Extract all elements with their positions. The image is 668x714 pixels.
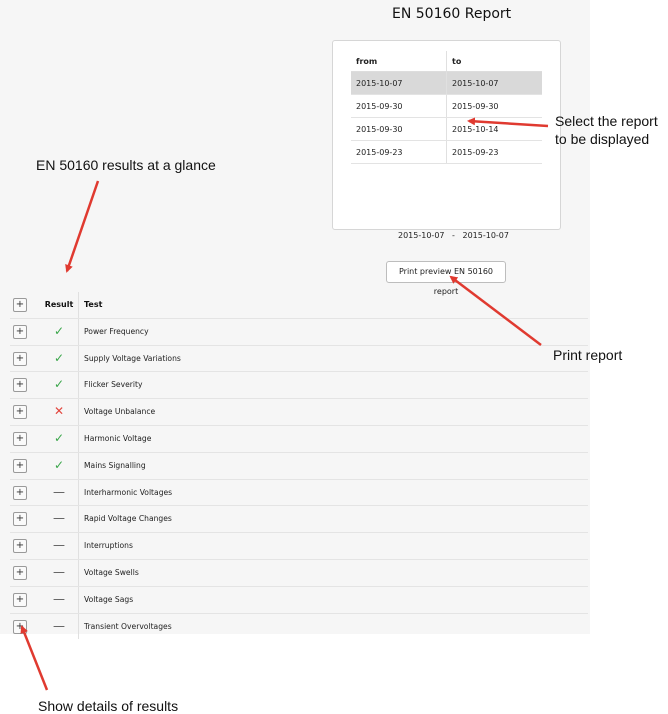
plus-icon[interactable]: + [13, 539, 27, 554]
plus-icon[interactable]: + [13, 324, 27, 339]
dash-icon: — [53, 484, 65, 499]
range-from: 2015-10-07 [398, 231, 445, 240]
report-to-date[interactable]: 2015-09-30 [446, 94, 542, 118]
result-row[interactable]: + ✓ Mains Signalling [10, 452, 588, 480]
report-from-date[interactable]: 2015-09-23 [351, 140, 447, 164]
test-name: Voltage Unbalance [84, 407, 156, 417]
report-row[interactable]: 2015-09-23 2015-09-23 [351, 140, 542, 164]
annotation-select-report: Select the report to be displayed [555, 112, 658, 148]
report-from-date[interactable]: 2015-09-30 [351, 94, 447, 118]
check-icon: ✓ [53, 377, 65, 392]
plus-icon[interactable]: + [13, 565, 27, 580]
selected-date-range: 2015-10-07 - 2015-10-07 [398, 231, 509, 240]
column-divider [78, 533, 79, 559]
test-name: Voltage Swells [84, 567, 139, 577]
result-row[interactable]: + ✕ Voltage Unbalance [10, 399, 588, 426]
dash-icon: — [53, 591, 65, 606]
report-to-date[interactable]: 2015-10-07 [446, 71, 542, 95]
range-to: 2015-10-07 [462, 231, 509, 240]
column-divider [78, 345, 79, 372]
range-separator: - [452, 231, 455, 240]
column-divider [78, 452, 79, 479]
test-name: Rapid Voltage Changes [84, 514, 172, 524]
report-row[interactable]: 2015-10-07 2015-10-07 [351, 71, 542, 95]
column-divider [78, 586, 79, 613]
test-column-header: Test [84, 300, 103, 309]
column-divider [78, 425, 79, 452]
test-name: Transient Overvoltages [84, 621, 172, 631]
test-name: Harmonic Voltage [84, 433, 152, 443]
result-row[interactable]: + ✓ Harmonic Voltage [10, 425, 588, 453]
plus-icon[interactable]: + [13, 485, 27, 500]
test-name: Interruptions [84, 541, 133, 551]
test-name: Flicker Severity [84, 380, 143, 390]
report-to-date[interactable]: 2015-09-23 [446, 140, 542, 164]
column-divider [78, 559, 79, 586]
report-row[interactable]: 2015-09-30 2015-10-14 [351, 117, 542, 141]
test-name: Interharmonic Voltages [84, 487, 173, 497]
result-row[interactable]: + — Transient Overvoltages [10, 613, 588, 640]
check-icon: ✓ [53, 323, 65, 338]
result-row[interactable]: + — Interharmonic Voltages [10, 479, 588, 507]
column-header-to[interactable]: to [446, 51, 542, 72]
column-header-from[interactable]: from [351, 51, 447, 72]
check-icon: ✓ [53, 457, 65, 472]
plus-icon[interactable]: + [13, 512, 27, 527]
cross-icon: ✕ [53, 404, 65, 419]
result-row[interactable]: + — Interruptions [10, 533, 588, 560]
plus-icon[interactable]: + [13, 378, 27, 393]
plus-icon[interactable]: + [13, 458, 27, 473]
result-row[interactable]: + — Voltage Sags [10, 586, 588, 614]
column-divider [78, 399, 79, 425]
report-from-date[interactable]: 2015-09-30 [351, 117, 447, 141]
result-row[interactable]: + — Voltage Swells [10, 559, 588, 587]
column-divider [78, 372, 79, 399]
test-name: Supply Voltage Variations [84, 353, 181, 363]
expand-all-icon[interactable]: + [13, 298, 27, 312]
results-header-row: + Result Test [10, 292, 588, 319]
test-name: Power Frequency [84, 326, 149, 336]
plus-icon[interactable]: + [13, 592, 27, 607]
report-list: from to 2015-10-07 2015-10-07 2015-09-30… [332, 40, 561, 230]
annotation-at-a-glance: EN 50160 results at a glance [36, 157, 216, 173]
result-row[interactable]: + — Rapid Voltage Changes [10, 506, 588, 534]
plus-icon[interactable]: + [13, 619, 27, 634]
result-row[interactable]: + ✓ Supply Voltage Variations [10, 345, 588, 373]
dash-icon: — [53, 538, 65, 553]
page-title: EN 50160 Report [392, 6, 512, 22]
dash-icon: — [53, 511, 65, 526]
result-row[interactable]: + ✓ Flicker Severity [10, 372, 588, 400]
results-table: + Result Test + ✓ Power Frequency + ✓ Su… [10, 292, 588, 640]
test-name: Voltage Sags [84, 594, 134, 604]
column-divider [78, 506, 79, 533]
annotation-print-report: Print report [553, 347, 623, 363]
plus-icon[interactable]: + [13, 405, 27, 420]
print-preview-button[interactable]: Print preview EN 50160 report [386, 261, 506, 296]
report-row[interactable]: 2015-09-30 2015-09-30 [351, 94, 542, 118]
check-icon: ✓ [53, 350, 65, 365]
dash-icon: — [53, 618, 65, 633]
report-to-date[interactable]: 2015-10-14 [446, 117, 542, 141]
test-name: Mains Signalling [84, 460, 146, 470]
dash-icon: — [53, 564, 65, 579]
column-divider [78, 292, 79, 318]
check-icon: ✓ [53, 430, 65, 445]
column-divider [78, 479, 79, 506]
annotation-select-report-line2: to be displayed [555, 131, 650, 147]
report-table: from to 2015-10-07 2015-10-07 2015-09-30… [351, 51, 542, 164]
result-row[interactable]: + ✓ Power Frequency [10, 318, 588, 346]
annotation-select-report-line1: Select the report [555, 113, 658, 129]
column-divider [78, 318, 79, 345]
plus-icon[interactable]: + [13, 351, 27, 366]
plus-icon[interactable]: + [13, 431, 27, 446]
annotation-show-details: Show details of results [38, 698, 179, 714]
result-column-header: Result [44, 300, 74, 309]
column-divider [78, 613, 79, 640]
report-from-date[interactable]: 2015-10-07 [351, 71, 447, 95]
